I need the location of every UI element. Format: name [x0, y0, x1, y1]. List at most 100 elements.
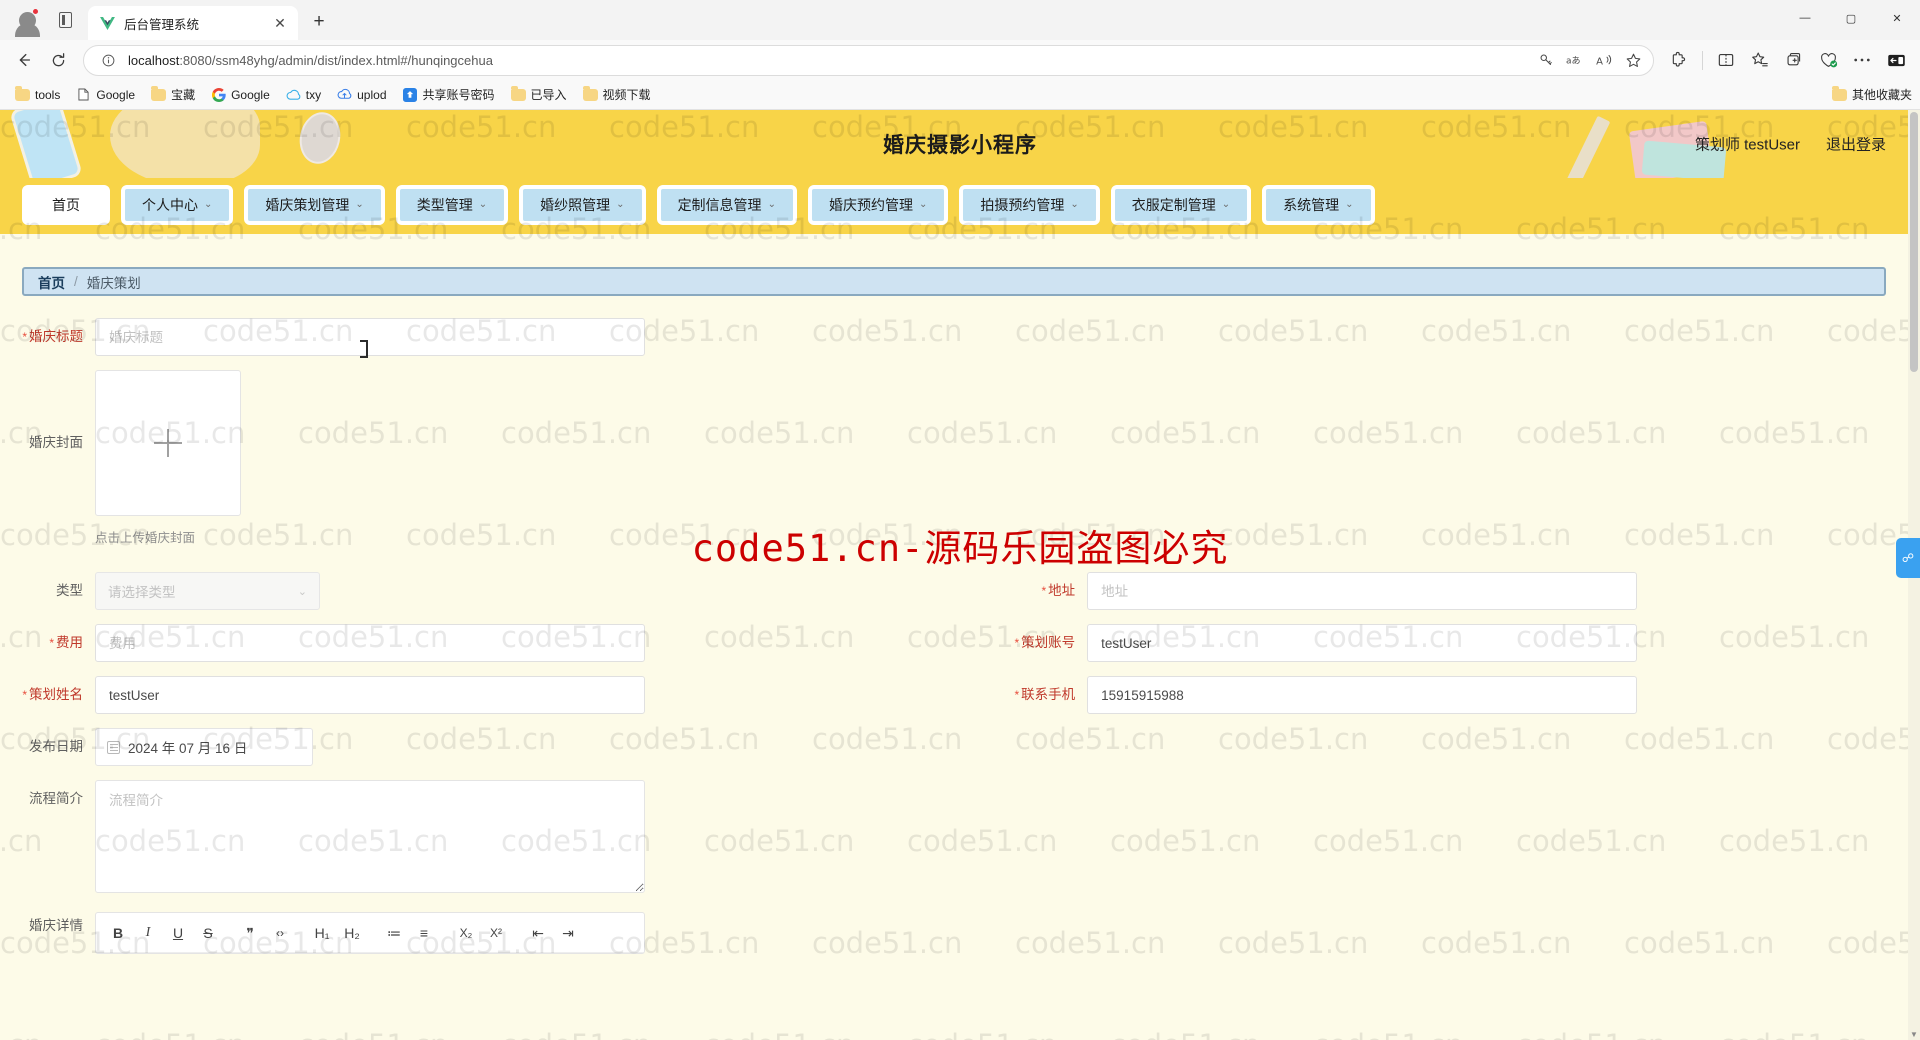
field-label-publish-date: 发布日期	[29, 739, 83, 754]
chevron-down-icon: ⌄	[478, 199, 488, 210]
bookmark-item[interactable]: 视频下载	[576, 83, 658, 107]
translate-icon[interactable]: aあ	[1561, 47, 1589, 74]
ordered-list-icon[interactable]: ≔	[380, 919, 408, 947]
nav-label: 衣服定制管理	[1131, 197, 1216, 213]
logout-button[interactable]: 退出登录	[1826, 134, 1886, 155]
address-input[interactable]	[1087, 572, 1638, 610]
other-favorites-button[interactable]: 其他收藏夹	[1831, 86, 1912, 103]
calendar-icon	[107, 740, 120, 754]
bookmark-item[interactable]: 已导入	[504, 83, 574, 107]
nav-item-home[interactable]: 首页	[22, 185, 110, 225]
heading-1-icon[interactable]: H₁	[308, 919, 336, 947]
field-label-intro: 流程简介	[29, 791, 83, 806]
contact-phone-input[interactable]	[1087, 676, 1638, 714]
process-intro-textarea[interactable]	[95, 780, 645, 893]
collections-icon[interactable]	[1744, 44, 1776, 76]
code-icon[interactable]: ‹›	[266, 919, 294, 947]
split-screen-icon[interactable]	[1710, 44, 1742, 76]
close-window-button[interactable]: ✕	[1874, 0, 1920, 36]
reload-icon[interactable]	[42, 44, 74, 76]
nav-item-personal-center[interactable]: 个人中心 ⌄	[121, 185, 234, 225]
browser-tab[interactable]: 后台管理系统 ✕	[88, 6, 298, 40]
underline-icon[interactable]: U	[164, 919, 192, 947]
bookmarks-bar: tools Google 宝藏 Google txy uplod 共享账号密码 …	[0, 80, 1920, 110]
nav-item-clothing-custom[interactable]: 衣服定制管理 ⌄	[1110, 185, 1252, 225]
profile-panel-icon[interactable]	[1880, 44, 1912, 76]
nav-item-wedding-photo[interactable]: 婚纱照管理 ⌄	[519, 185, 646, 225]
type-select-value: 请选择类型	[108, 585, 176, 600]
cover-upload-button[interactable]	[95, 370, 241, 516]
chevron-down-icon: ⌄	[918, 199, 928, 210]
wedding-title-input[interactable]	[95, 318, 645, 356]
nav-item-wedding-booking[interactable]: 婚庆预约管理 ⌄	[807, 185, 949, 225]
breadcrumb-home[interactable]: 首页	[38, 272, 65, 292]
bullet-list-icon[interactable]: ≡	[410, 919, 438, 947]
type-select[interactable]: 请选择类型 ⌄	[95, 572, 320, 610]
favorite-star-icon[interactable]	[1619, 47, 1647, 74]
scroll-down-arrow[interactable]: ▼	[1908, 1028, 1920, 1040]
nav-item-wedding-planning[interactable]: 婚庆策划管理 ⌄	[244, 185, 385, 225]
profile-avatar-button[interactable]	[10, 3, 44, 37]
anti-theft-stamp: code51.cn-源码乐园盗图必究	[691, 527, 1229, 570]
nav-label: 定制信息管理	[677, 197, 762, 213]
nav-label: 拍摄预约管理	[980, 197, 1065, 213]
breadcrumb: 首页 / 婚庆策划	[22, 267, 1886, 296]
side-contact-widget[interactable]: ☍	[1896, 537, 1920, 578]
add-tab-group-icon[interactable]	[1778, 44, 1810, 76]
new-tab-button[interactable]: +	[304, 6, 334, 36]
indent-icon[interactable]: ⇥	[554, 919, 582, 947]
superscript-icon[interactable]: X²	[482, 919, 510, 947]
minimize-button[interactable]: —	[1782, 0, 1828, 36]
blockquote-icon[interactable]: ❞	[236, 919, 264, 947]
url-host: localhost	[128, 52, 180, 68]
bookmark-item[interactable]: Google	[204, 83, 277, 107]
planner-name-input[interactable]	[95, 676, 645, 714]
tab-search-icon[interactable]	[50, 5, 80, 35]
vue-logo-icon	[99, 15, 116, 32]
italic-icon[interactable]: I	[134, 919, 162, 947]
heading-2-icon[interactable]: H₂	[338, 919, 366, 947]
info-circle-icon[interactable]	[94, 47, 122, 74]
read-aloud-icon[interactable]: A	[1590, 47, 1618, 74]
field-label-type: 类型	[56, 583, 83, 598]
back-icon[interactable]	[8, 44, 40, 76]
bookmark-item[interactable]: tools	[8, 83, 67, 107]
tab-title: 后台管理系统	[124, 17, 200, 32]
field-label-planner-name: 策划姓名	[0, 676, 95, 714]
settings-more-icon[interactable]	[1846, 44, 1878, 76]
key-icon[interactable]	[1532, 47, 1560, 74]
nav-label: 系统管理	[1283, 197, 1340, 213]
close-tab-button[interactable]: ✕	[270, 13, 290, 33]
outdent-icon[interactable]: ⇤	[524, 919, 552, 947]
pencil-illustration-icon	[1555, 115, 1611, 178]
extensions-icon[interactable]	[1663, 44, 1695, 76]
bookmark-item[interactable]: txy	[279, 83, 328, 107]
address-bar[interactable]: localhost:8080/ssm48yhg/admin/dist/index…	[83, 44, 1654, 76]
cloud-upload-icon	[337, 87, 352, 102]
form-row-title: 婚庆标题	[0, 318, 1908, 356]
strikethrough-icon[interactable]: S	[194, 919, 222, 947]
chevron-down-icon: ⌄	[1345, 199, 1354, 210]
nav-item-custom-info[interactable]: 定制信息管理 ⌄	[656, 185, 797, 225]
publish-date-picker[interactable]: 2024 年 07 月 16 日	[95, 728, 313, 766]
planner-account-input[interactable]	[1087, 624, 1638, 662]
google-icon	[211, 87, 226, 102]
subscript-icon[interactable]: X₂	[452, 919, 480, 947]
browser-essentials-icon[interactable]	[1812, 44, 1844, 76]
nav-label: 婚纱照管理	[540, 197, 611, 213]
nav-item-system-management[interactable]: 系统管理 ⌄	[1262, 185, 1375, 225]
bookmark-item[interactable]: 共享账号密码	[396, 83, 502, 107]
nav-item-type-management[interactable]: 类型管理 ⌄	[395, 185, 509, 225]
scroll-thumb[interactable]	[1910, 112, 1918, 372]
bold-icon[interactable]: B	[104, 919, 132, 947]
fee-input[interactable]	[95, 624, 645, 662]
maximize-button[interactable]: ▢	[1828, 0, 1874, 36]
nav-item-shooting-booking[interactable]: 拍摄预约管理 ⌄	[959, 185, 1100, 225]
bookmark-item[interactable]: Google	[69, 83, 142, 107]
bookmark-item[interactable]: uplod	[330, 83, 393, 107]
chevron-down-icon: ⌄	[297, 585, 307, 598]
field-label-phone: 联系手机	[992, 676, 1087, 714]
folder-icon	[15, 86, 30, 102]
rich-text-editor[interactable]: B I U S ❞ ‹› H₁ H₂ ≔ ≡ X₂ X² ⇤ ⇥	[95, 912, 645, 954]
bookmark-item[interactable]: 宝藏	[144, 83, 202, 107]
